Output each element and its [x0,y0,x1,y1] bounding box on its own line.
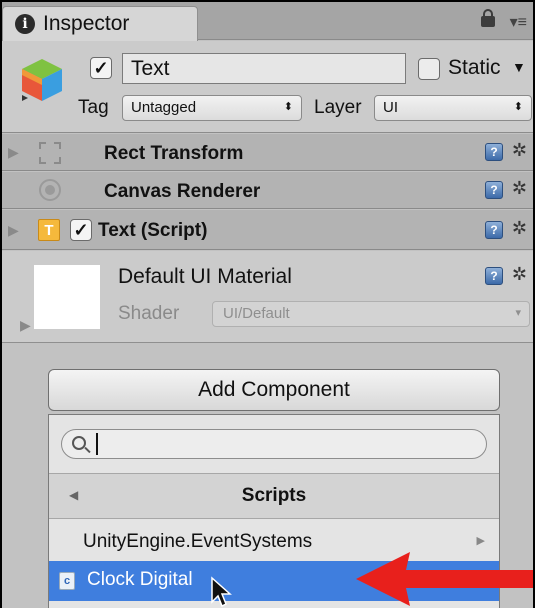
chevron-updown-icon: ⬍ [513,101,523,113]
list-item-label: Clock Digital [87,569,193,590]
tab-label: Inspector [43,12,130,35]
inspector-window: i Inspector ▾≡ ✓ Text Static ▼ Tag Untag… [2,2,533,608]
shader-label: Shader [118,303,180,324]
component-title: Rect Transform [104,143,244,164]
category-header[interactable]: ◀ Scripts [49,473,499,519]
tab-bar: i Inspector ▾≡ [2,2,533,41]
layer-dropdown[interactable]: UI ⬍ [374,95,532,121]
component-title: Text (Script) [98,220,208,241]
active-checkbox[interactable]: ✓ [90,57,112,79]
layer-value: UI [383,99,398,116]
tag-value: Untagged [131,99,197,116]
lock-icon[interactable] [481,9,495,27]
material-title: Default UI Material [118,265,292,288]
material-section: ▶ Default UI Material ? ✲ Shader UI/Defa… [2,251,533,343]
help-icon[interactable]: ? [485,221,503,239]
info-icon: i [15,14,35,34]
mouse-cursor-icon [211,576,232,608]
canvas-renderer-icon [39,179,61,201]
static-label: Static [448,56,501,79]
gameobject-cube-icon [22,59,62,101]
help-icon[interactable]: ? [485,181,503,199]
search-icon [72,436,86,450]
material-preview [34,265,100,329]
component-rect-transform[interactable]: ▶ Rect Transform ? ✲ [2,134,533,171]
component-text-script[interactable]: ▶ T ✓ Text (Script) ? ✲ [2,210,533,250]
component-canvas-renderer[interactable]: Canvas Renderer ? ✲ [2,172,533,209]
gear-icon[interactable]: ✲ [512,218,527,239]
chevron-down-icon: ▾ [515,307,521,319]
tag-dropdown[interactable]: Untagged ⬍ [122,95,302,121]
text-enabled-checkbox[interactable]: ✓ [70,219,92,241]
text-script-icon: T [38,219,60,241]
category-title: Scripts [241,485,307,506]
gameobject-header: ✓ Text Static ▼ Tag Untagged ⬍ Layer UI … [2,41,533,133]
annotation-arrow-icon [356,552,533,606]
fold-arrow-icon[interactable]: ▶ [8,222,19,239]
shader-dropdown[interactable]: UI/Default ▾ [212,301,530,327]
tab-inspector[interactable]: i Inspector [2,6,198,41]
gear-icon[interactable]: ✲ [512,140,527,161]
fold-arrow-icon[interactable]: ▶ [8,144,19,161]
submenu-arrow-icon: ▶ [476,535,485,547]
search-input[interactable] [96,433,476,455]
static-checkbox[interactable] [418,58,440,80]
gear-icon[interactable]: ✲ [512,264,527,285]
tag-label: Tag [78,97,109,118]
static-dropdown-arrow[interactable]: ▼ [512,59,526,75]
chevron-updown-icon: ⬍ [283,101,293,113]
rect-transform-icon [39,142,61,164]
fold-arrow-icon[interactable]: ▶ [20,317,31,334]
tab-menu-icon[interactable]: ▾≡ [510,12,527,32]
object-name-field[interactable]: Text [122,53,406,84]
layer-label: Layer [314,97,362,118]
csharp-script-icon: c [59,572,75,590]
shader-value: UI/Default [223,305,290,322]
add-component-button[interactable]: Add Component [48,369,500,411]
search-box[interactable] [61,429,487,459]
help-icon[interactable]: ? [485,143,503,161]
list-item-label: UnityEngine.EventSystems [83,531,313,552]
gear-icon[interactable]: ✲ [512,178,527,199]
help-icon[interactable]: ? [485,267,503,285]
component-title: Canvas Renderer [104,181,261,202]
